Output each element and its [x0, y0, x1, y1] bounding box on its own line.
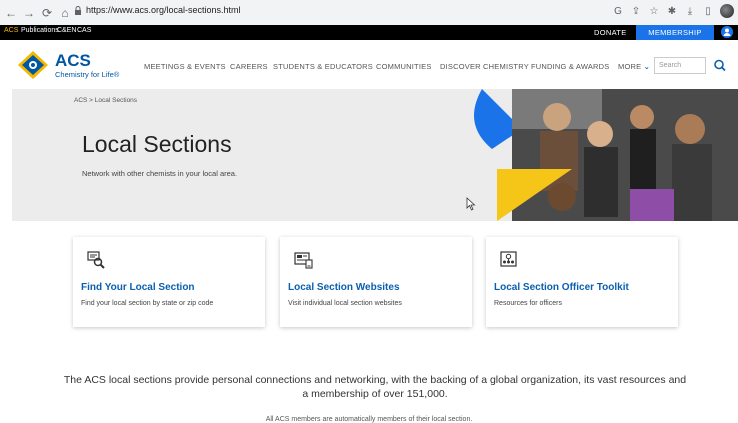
nav-more[interactable]: MORE ⌄: [618, 62, 650, 71]
magnifier-document-icon: [87, 251, 105, 269]
nav-careers[interactable]: CAREERS: [230, 62, 268, 71]
browser-toolbar: ← → ⟳ ⌂ https://www.acs.org/local-sectio…: [0, 0, 738, 25]
user-icon[interactable]: [721, 26, 733, 38]
card-title[interactable]: Local Section Officer Toolkit: [494, 282, 629, 293]
card-title[interactable]: Find Your Local Section: [81, 282, 195, 293]
forward-icon[interactable]: →: [22, 5, 36, 21]
nav-communities[interactable]: COMMUNITIES: [376, 62, 432, 71]
reload-icon[interactable]: ⟳: [40, 5, 54, 21]
address-bar[interactable]: https://www.acs.org/local-sections.html: [86, 5, 241, 15]
profile-avatar[interactable]: [720, 4, 734, 18]
card-officer-toolkit[interactable]: Local Section Officer Toolkit Resources …: [486, 237, 678, 327]
utility-bar: ACS Publications C&EN CAS DONATE MEMBERS…: [0, 25, 738, 40]
membership-note: All ACS members are automatically member…: [265, 416, 473, 423]
star-icon[interactable]: ☆: [648, 4, 660, 18]
nav-discover-chemistry[interactable]: DISCOVER CHEMISTRY: [440, 62, 529, 71]
nav-funding-awards[interactable]: FUNDING & AWARDS: [531, 62, 609, 71]
card-find-local-section[interactable]: Find Your Local Section Find your local …: [73, 237, 265, 327]
card-description: Visit individual local section websites: [288, 300, 402, 307]
card-description: Find your local section by state or zip …: [81, 300, 214, 307]
util-link-cen[interactable]: C&EN: [57, 27, 76, 34]
share-icon[interactable]: ⇪: [630, 4, 642, 18]
hero-banner: ACS > Local Sections Local Sections Netw…: [12, 89, 738, 221]
lock-icon: [75, 6, 81, 15]
main-navigation: ACS Chemistry for Life® MEETINGS & EVENT…: [0, 40, 738, 89]
card-local-section-websites[interactable]: Local Section Websites Visit individual …: [280, 237, 472, 327]
extensions-icon[interactable]: ✱: [666, 4, 678, 18]
back-icon[interactable]: ←: [4, 5, 18, 21]
card-description: Resources for officers: [494, 300, 562, 307]
chevron-down-icon: ⌄: [643, 62, 651, 71]
toolkit-icon: [500, 251, 517, 267]
logo-title[interactable]: ACS: [55, 51, 91, 71]
website-icon: [294, 252, 313, 269]
hero-subtitle: Network with other chemists in your loca…: [82, 169, 238, 178]
nav-meetings-events[interactable]: MEETINGS & EVENTS: [144, 62, 226, 71]
donate-link[interactable]: DONATE: [594, 28, 627, 37]
home-icon[interactable]: ⌂: [58, 5, 72, 21]
sidepanel-icon[interactable]: ▯: [702, 4, 714, 18]
membership-button[interactable]: MEMBERSHIP: [636, 25, 714, 40]
intro-paragraph: The ACS local sections provide personal …: [63, 374, 687, 400]
util-link-publications[interactable]: Publications: [21, 27, 59, 34]
hero-photo-image: [462, 89, 738, 221]
nav-more-label: MORE: [618, 62, 642, 71]
search-input[interactable]: Search: [654, 57, 706, 74]
logo-tagline: Chemistry for Life®: [55, 70, 120, 79]
card-title[interactable]: Local Section Websites: [288, 282, 400, 293]
nav-students-educators[interactable]: STUDENTS & EDUCATORS: [273, 62, 373, 71]
util-link-acs[interactable]: ACS: [4, 27, 18, 34]
util-link-cas[interactable]: CAS: [77, 27, 91, 34]
google-icon[interactable]: G: [612, 4, 624, 18]
search-icon[interactable]: [710, 57, 730, 74]
breadcrumb[interactable]: ACS > Local Sections: [74, 97, 137, 104]
download-icon[interactable]: ⤓: [684, 4, 696, 18]
page-title: Local Sections: [82, 131, 232, 157]
mouse-cursor-icon: [466, 197, 476, 211]
acs-logo-icon[interactable]: [18, 51, 48, 79]
